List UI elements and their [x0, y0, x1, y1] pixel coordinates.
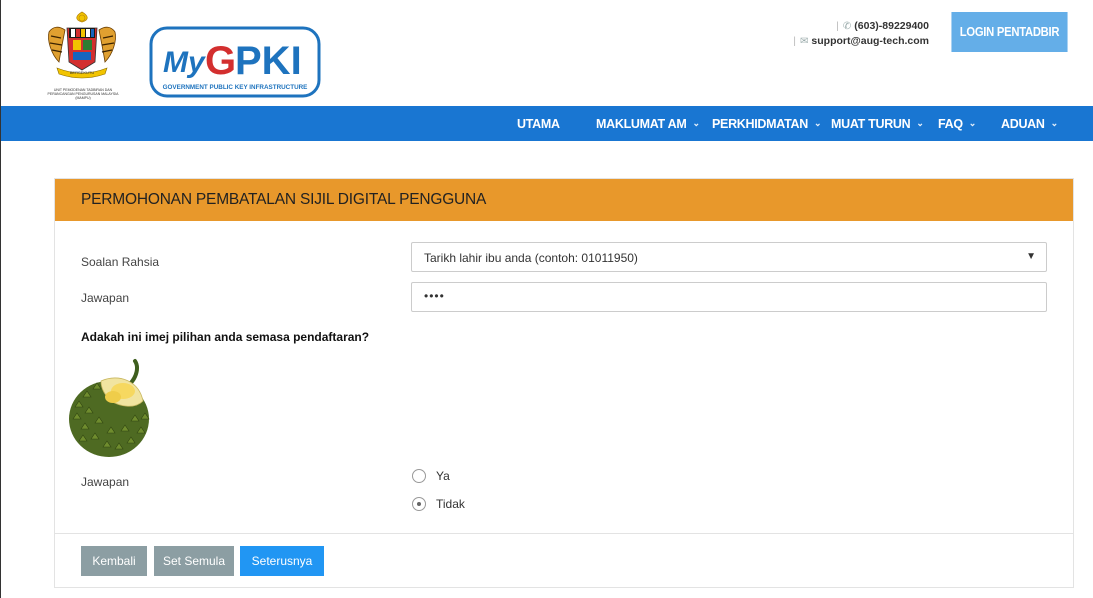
nav-item-faq[interactable]: FAQ ⌄ — [938, 106, 976, 141]
nav-item-muat-turun[interactable]: MUAT TURUN ⌄ — [831, 106, 924, 141]
chevron-down-icon: ⌄ — [916, 118, 924, 128]
malaysia-crest-logo: BERSEKUTU — [48, 11, 116, 79]
chevron-down-icon: ⌄ — [968, 118, 977, 128]
durian-image — [69, 359, 150, 457]
revocation-form-panel: PERMOHONAN PEMBATALAN SIJIL DIGITAL PENG… — [54, 178, 1074, 588]
svg-text:G: G — [205, 39, 236, 83]
divider — [55, 533, 1073, 534]
nav-item-perkhidmatan[interactable]: PERKHIDMATAN ⌄ — [712, 106, 821, 141]
page-title: PERMOHONAN PEMBATALAN SIJIL DIGITAL PENG… — [81, 191, 487, 208]
option-tidak[interactable]: Tidak — [412, 497, 465, 511]
secret-question-select[interactable]: Tarikh lahir ibu anda (contoh: 01011950)… — [411, 242, 1047, 272]
contact-info: | ✆ (603)-89229400 | ✉ support@aug-tech.com — [793, 20, 929, 47]
svg-text:GOVERNMENT PUBLIC KEY INFRASTR: GOVERNMENT PUBLIC KEY INFRASTRUCTURE — [163, 84, 308, 91]
mail-icon: ✉ — [800, 36, 809, 47]
option-tidak-label: Tidak — [436, 497, 465, 511]
reset-button[interactable]: Set Semula — [154, 546, 234, 576]
crest-caption: UNIT PEMODENAN TADBIRAN DAN PERANCANGAN … — [47, 88, 119, 100]
mygpki-logo[interactable]: My G PKI GOVERNMENT PUBLIC KEY INFRASTRU… — [149, 26, 321, 98]
login-admin-button[interactable]: LOGIN PENTADBIR — [951, 12, 1068, 52]
radio-tidak[interactable] — [412, 497, 426, 511]
nav-item-aduan[interactable]: ADUAN ⌄ — [1001, 106, 1058, 141]
answer-label: Jawapan — [81, 291, 130, 305]
chevron-down-icon: ⌄ — [1050, 118, 1059, 128]
next-button[interactable]: Seterusnya — [240, 546, 324, 576]
image-question: Adakah ini imej pilihan anda semasa pend… — [81, 330, 370, 344]
main-nav: UTAMA MAKLUMAT AM ⌄ PERKHIDMATAN ⌄ MUAT TU… — [1, 106, 1093, 141]
svg-text:BERSEKUTU: BERSEKUTU — [70, 70, 95, 75]
chevron-down-icon: ▼ — [1026, 251, 1036, 262]
svg-text:My: My — [163, 46, 206, 79]
option-ya[interactable]: Ya — [412, 469, 450, 483]
chevron-down-icon: ⌄ — [813, 118, 822, 128]
secret-question-value: Tarikh lahir ibu anda (contoh: 01011950) — [424, 251, 638, 265]
site-header: BERSEKUTU UNIT PEMODENAN TADBIRAN DAN PE… — [1, 0, 1093, 106]
nav-item-utama[interactable]: UTAMA — [517, 106, 560, 141]
email-address[interactable]: support@aug-tech.com — [811, 35, 929, 47]
svg-text:PKI: PKI — [235, 39, 302, 83]
phone-icon: ✆ — [842, 21, 852, 32]
answer-input[interactable]: •••• — [411, 282, 1047, 312]
secret-question-label: Soalan Rahsia — [81, 255, 160, 269]
nav-item-maklumat-am[interactable]: MAKLUMAT AM ⌄ — [596, 106, 700, 141]
chevron-down-icon: ⌄ — [692, 118, 700, 128]
option-ya-label: Ya — [436, 469, 450, 483]
phone-number: (603)-89229400 — [854, 20, 929, 32]
back-button[interactable]: Kembali — [81, 546, 147, 576]
image-answer-label: Jawapan — [81, 475, 130, 489]
panel-header: PERMOHONAN PEMBATALAN SIJIL DIGITAL PENG… — [55, 179, 1073, 221]
radio-ya[interactable] — [412, 469, 426, 483]
